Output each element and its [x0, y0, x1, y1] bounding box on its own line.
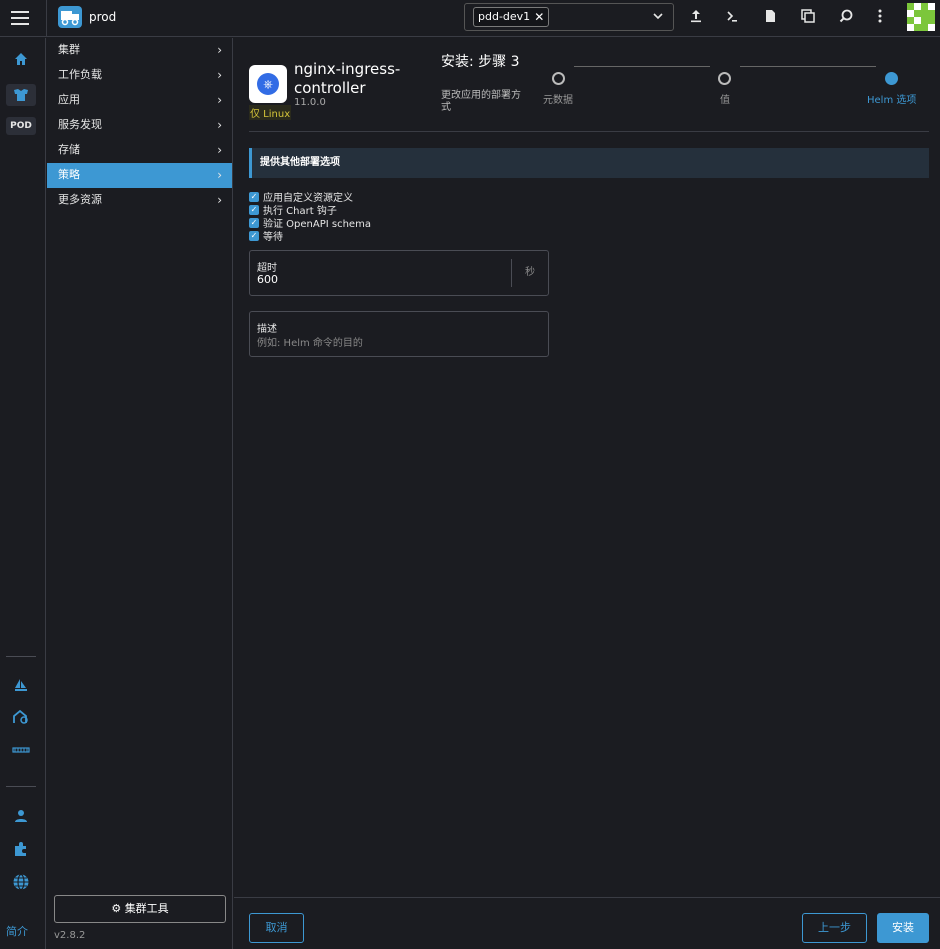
- main-content: ⎈ 仅 Linux nginx-ingress-controller 11.0.…: [234, 38, 940, 949]
- nav-item-apps[interactable]: 应用 ›: [47, 88, 232, 113]
- chevron-right-icon: ›: [217, 68, 222, 82]
- side-navigation: 集群 › 工作负载 › 应用 › 服务发现 › 存储 › 策略 › 更多资源 ›…: [47, 38, 233, 949]
- checkbox-checked-icon[interactable]: ✓: [249, 217, 259, 228]
- checkbox-checked-icon[interactable]: ✓: [249, 230, 259, 241]
- network-icon[interactable]: [6, 742, 36, 764]
- step-connector: [740, 66, 876, 67]
- timeout-field[interactable]: 超时 600 秒: [249, 250, 549, 296]
- chevron-right-icon: ›: [217, 93, 222, 107]
- namespace-chip-label: pdd-dev1: [478, 10, 531, 23]
- install-button[interactable]: 安装: [877, 913, 929, 943]
- chevron-right-icon: ›: [217, 168, 222, 182]
- extensions-puzzle-icon[interactable]: [6, 841, 36, 863]
- upload-icon[interactable]: [687, 8, 705, 26]
- section-banner: 提供其他部署选项: [249, 148, 929, 178]
- chevron-right-icon: ›: [217, 143, 222, 157]
- timeout-label: 超时: [257, 263, 277, 274]
- pod-nav-badge[interactable]: POD: [6, 117, 36, 135]
- option-wait[interactable]: ✓ 等待: [249, 229, 283, 243]
- nav-item-workloads[interactable]: 工作负载 ›: [47, 63, 232, 88]
- nav-item-label: 策略: [58, 168, 80, 181]
- app-logo: ⎈: [249, 65, 287, 103]
- nav-item-label: 服务发现: [58, 118, 102, 131]
- checkbox-checked-icon[interactable]: ✓: [249, 191, 259, 202]
- home-icon[interactable]: [6, 51, 36, 73]
- header-divider: [249, 131, 929, 132]
- step-indicator-values[interactable]: [718, 72, 731, 85]
- user-avatar[interactable]: [907, 3, 935, 31]
- namespace-chip: pdd-dev1 ✕: [473, 7, 550, 27]
- nav-item-storage[interactable]: 存储 ›: [47, 138, 232, 163]
- step-indicator-metadata[interactable]: [552, 72, 565, 85]
- chevron-right-icon: ›: [217, 43, 222, 57]
- kubernetes-icon: ⎈: [257, 73, 279, 95]
- wizard-step-subtitle: 更改应用的部署方式: [441, 90, 521, 113]
- cluster-explorer-icon[interactable]: [6, 84, 36, 106]
- nav-item-label: 应用: [58, 93, 80, 106]
- chevron-right-icon: ›: [217, 193, 222, 207]
- nav-item-policy[interactable]: 策略 ›: [47, 163, 232, 188]
- cluster-tools-label: 集群工具: [124, 902, 169, 915]
- timeout-unit: 秒: [511, 259, 548, 287]
- globe-icon[interactable]: [6, 873, 36, 895]
- step-label-metadata[interactable]: 元数据: [543, 91, 573, 106]
- option-label: 等待: [263, 232, 283, 243]
- step-label-helm-options[interactable]: Helm 选项: [867, 91, 916, 106]
- nav-item-label: 工作负载: [58, 68, 102, 81]
- chevron-down-icon[interactable]: [652, 10, 664, 25]
- gear-icon: ⚙: [111, 902, 122, 915]
- app-name: nginx-ingress-controller: [294, 60, 401, 97]
- cluster-icon: [58, 6, 82, 28]
- description-field[interactable]: 描述 例如: Helm 命令的目的: [249, 311, 549, 357]
- remove-chip-icon[interactable]: ✕: [534, 8, 544, 26]
- header-divider: [46, 0, 47, 37]
- namespace-filter[interactable]: pdd-dev1 ✕: [464, 3, 674, 31]
- virtualization-icon[interactable]: [6, 709, 36, 731]
- nav-item-label: 存储: [58, 143, 80, 156]
- description-label: 描述: [257, 324, 277, 335]
- wizard-footer: 取消 上一步 安装: [234, 897, 940, 949]
- rail-divider: [6, 786, 36, 787]
- wizard-step-title: 安装: 步骤 3: [441, 54, 520, 70]
- about-link[interactable]: 简介: [6, 923, 28, 939]
- copy-icon[interactable]: [799, 8, 817, 26]
- nav-item-service-discovery[interactable]: 服务发现 ›: [47, 113, 232, 138]
- app-version: 11.0.0: [294, 97, 326, 108]
- terminal-icon[interactable]: [723, 8, 741, 26]
- step-label-values[interactable]: 值: [720, 91, 730, 106]
- description-input[interactable]: 例如: Helm 命令的目的: [257, 334, 363, 349]
- version-label[interactable]: v2.8.2: [54, 930, 85, 941]
- cancel-button[interactable]: 取消: [249, 913, 304, 943]
- top-header: prod pdd-dev1 ✕: [0, 0, 940, 37]
- nav-item-label: 更多资源: [58, 193, 102, 206]
- file-icon[interactable]: [761, 8, 779, 26]
- timeout-value[interactable]: 600: [257, 273, 278, 286]
- nav-item-label: 集群: [58, 43, 80, 56]
- nav-item-more-resources[interactable]: 更多资源 ›: [47, 188, 232, 213]
- checkbox-checked-icon[interactable]: ✓: [249, 204, 259, 215]
- linux-only-badge: 仅 Linux: [249, 105, 292, 120]
- nav-item-cluster[interactable]: 集群 ›: [47, 38, 232, 63]
- cluster-tools-button[interactable]: ⚙ 集群工具: [54, 895, 226, 923]
- cluster-name[interactable]: prod: [89, 10, 116, 24]
- step-indicator-helm-options[interactable]: [885, 72, 898, 85]
- more-vert-icon[interactable]: [871, 8, 889, 26]
- left-rail: POD 简介: [0, 38, 46, 949]
- rail-divider: [6, 656, 36, 657]
- user-icon[interactable]: [6, 808, 36, 830]
- previous-button[interactable]: 上一步: [802, 913, 867, 943]
- search-icon[interactable]: [837, 8, 855, 26]
- step-connector: [574, 66, 710, 67]
- fleet-sailboat-icon[interactable]: [6, 677, 36, 699]
- chevron-right-icon: ›: [217, 118, 222, 132]
- hamburger-menu-icon[interactable]: [11, 11, 29, 25]
